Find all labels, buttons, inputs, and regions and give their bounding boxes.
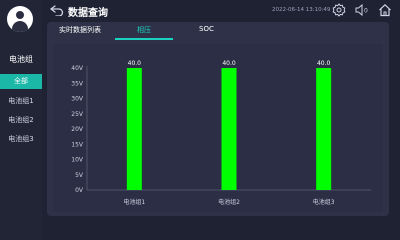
main-panel: 实时数据列表 相压 SOC 0V 5V 10V 15V 20V 25V 30V 35V 40V 4… <box>47 22 389 216</box>
bar <box>316 68 332 190</box>
bar-data-label: 40.0 <box>128 60 142 67</box>
x-tick-label: 电池组1 <box>123 198 145 206</box>
active-tab-indicator <box>115 38 173 40</box>
y-tick-label: 30V <box>71 96 84 103</box>
sidebar-title: 电池组 <box>9 55 33 64</box>
sidebar-item-battery-group-2[interactable]: 电池组2 <box>0 113 42 128</box>
speaker-mute-icon[interactable]: 0 <box>354 3 368 17</box>
x-tick-label: 电池组3 <box>313 198 335 206</box>
bar <box>221 68 237 190</box>
tab-realtime-data-list[interactable]: 实时数据列表 <box>59 25 101 35</box>
sidebar: 电池组 全部 电池组1 电池组2 电池组3 <box>0 0 42 240</box>
sidebar-item-all[interactable]: 全部 <box>0 74 42 89</box>
home-icon[interactable] <box>378 3 392 17</box>
y-tick-label: 25V <box>71 111 84 118</box>
tab-soc[interactable]: SOC <box>199 25 214 33</box>
y-tick-label: 40V <box>71 65 84 72</box>
svg-text:0: 0 <box>364 8 368 15</box>
y-tick-label: 35V <box>71 80 84 87</box>
sidebar-item-battery-group-3[interactable]: 电池组3 <box>0 132 42 147</box>
back-arrow-icon[interactable] <box>50 4 64 16</box>
page-title: 数据查询 <box>68 8 108 19</box>
timestamp: 2022-06-14 13:10:49 <box>272 7 331 13</box>
chart-area: 0V 5V 10V 15V 20V 25V 30V 35V 40V 40.0 电池组1 40.0 电池组… <box>53 44 383 212</box>
sidebar-item-battery-group-1[interactable]: 电池组1 <box>0 94 42 109</box>
bar-data-label: 40.0 <box>222 60 236 67</box>
tab-bar: 实时数据列表 相压 SOC <box>47 22 389 40</box>
y-tick-label: 0V <box>75 187 84 194</box>
tab-phase-voltage[interactable]: 相压 <box>137 25 151 35</box>
bar <box>126 68 142 190</box>
bar-data-label: 40.0 <box>317 60 331 67</box>
voltage-bar-chart: 0V 5V 10V 15V 20V 25V 30V 35V 40V 40.0 电池组1 40.0 电池组… <box>71 60 371 206</box>
gear-icon[interactable] <box>332 3 346 17</box>
top-bar: 数据查询 2022-06-14 13:10:49 0 <box>42 0 400 22</box>
y-tick-label: 10V <box>71 157 84 164</box>
y-tick-label: 15V <box>71 141 84 148</box>
avatar-head-shape <box>16 11 24 19</box>
avatar-body-shape <box>12 21 28 32</box>
y-tick-label: 5V <box>75 172 84 179</box>
avatar[interactable] <box>7 6 33 32</box>
x-tick-label: 电池组2 <box>218 198 240 206</box>
y-tick-label: 20V <box>71 126 84 133</box>
